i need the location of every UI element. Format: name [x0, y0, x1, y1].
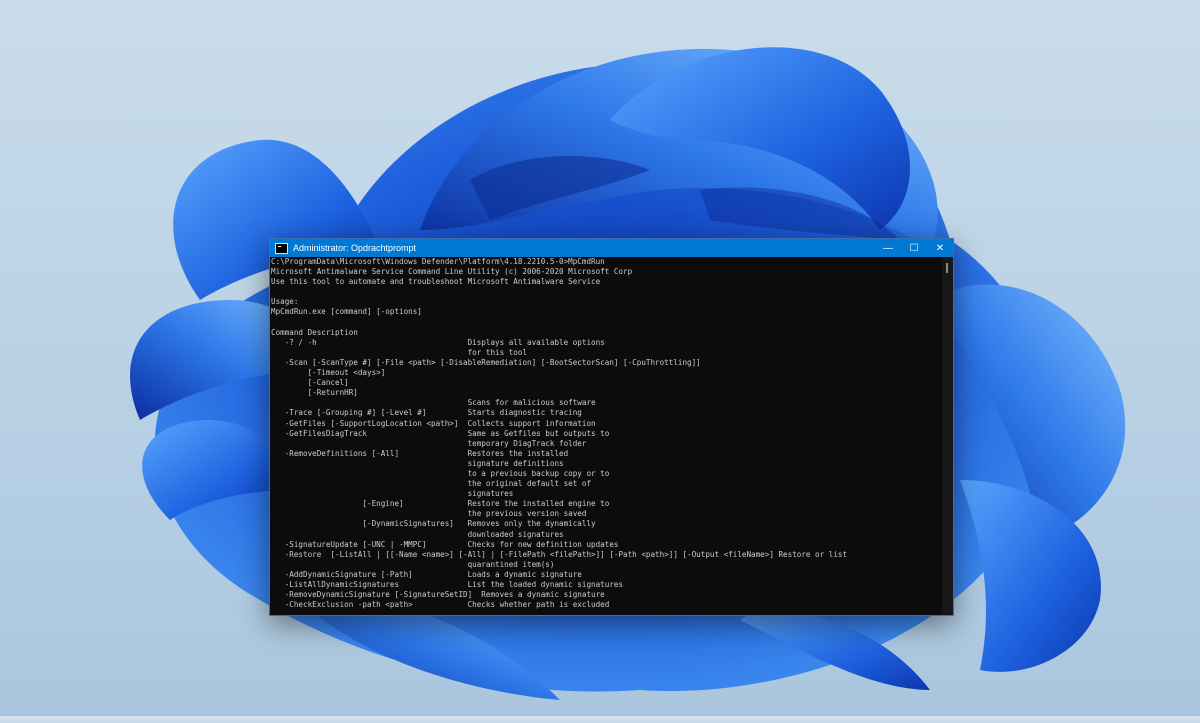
console-line: -ListAllDynamicSignatures List the loade…: [271, 580, 624, 589]
console-line: -? / -h Displays all available options: [271, 337, 605, 347]
window-title: Administrator: Opdrachtprompt: [293, 243, 417, 253]
console-line: temporary DiagTrack folder: [271, 438, 587, 448]
console-line: MpCmdRun.exe [command] [-options]: [271, 307, 422, 317]
vertical-scrollbar[interactable]: [942, 257, 953, 615]
maximize-button[interactable]: ☐: [901, 239, 927, 257]
console-line: Command Description: [271, 327, 358, 337]
console-line: [-DynamicSignatures] Removes only the dy…: [271, 519, 596, 529]
console-output[interactable]: C:\ProgramData\Microsoft\Windows Defende…: [270, 257, 943, 615]
scrollbar-thumb[interactable]: [946, 263, 948, 273]
console-line: signatures: [271, 489, 514, 499]
console-line: [-Engine] Restore the installed engine t…: [271, 499, 610, 509]
console-line: [-Timeout <days>]: [271, 368, 386, 378]
console-line: -RemoveDynamicSignature [-SignatureSetID…: [271, 590, 605, 600]
console-line: Scans for malicious software: [271, 398, 596, 408]
console-line: the previous version saved: [271, 509, 587, 519]
console-line: to a previous backup copy or to: [271, 468, 610, 478]
console-line: [-ReturnHR]: [271, 388, 358, 398]
cmd-icon: [275, 242, 288, 254]
console-line: -RemoveDefinitions [-All] Restores the i…: [271, 448, 569, 458]
console-line: the original default set of: [271, 479, 592, 489]
title-bar[interactable]: Administrator: Opdrachtprompt — ☐ ✕: [270, 239, 953, 257]
console-line: -AddDynamicSignature [-Path] Loads a dyn…: [271, 569, 582, 579]
console-line: C:\ProgramData\Microsoft\Windows Defende…: [271, 257, 605, 266]
console-line: -CheckExclusion -path <path> Checks whet…: [271, 600, 610, 610]
console-line: for this tool: [271, 347, 528, 357]
window-controls: — ☐ ✕: [875, 239, 953, 257]
console-line: [-Cancel]: [271, 378, 349, 388]
taskbar-edge: [0, 716, 1200, 723]
console-line: -Trace [-Grouping #] [-Level #] Starts d…: [271, 408, 582, 418]
console-line: -Scan [-ScanType #] [-File <path> [-Disa…: [271, 357, 701, 367]
command-prompt-window[interactable]: Administrator: Opdrachtprompt — ☐ ✕ C:\P…: [269, 238, 954, 616]
console-line: -SignatureUpdate [-UNC | -MMPC] Checks f…: [271, 539, 619, 549]
console-line: Usage:: [271, 297, 299, 307]
console-line: downloaded signatures: [271, 529, 564, 539]
console-line: -Restore [-ListAll | [[-Name <name>] [-A…: [271, 549, 848, 559]
console-line: Use this tool to automate and troublesho…: [271, 277, 601, 287]
console-line: Microsoft Antimalware Service Command Li…: [271, 267, 633, 277]
close-button[interactable]: ✕: [927, 239, 953, 257]
minimize-button[interactable]: —: [875, 239, 901, 257]
console-line: -GetFilesDiagTrack Same as Getfiles but …: [271, 428, 610, 438]
console-line: -GetFiles [-SupportLogLocation <path>] C…: [271, 418, 596, 428]
console-line: quarantined item(s): [271, 559, 555, 569]
console-line: signature definitions: [271, 458, 564, 468]
